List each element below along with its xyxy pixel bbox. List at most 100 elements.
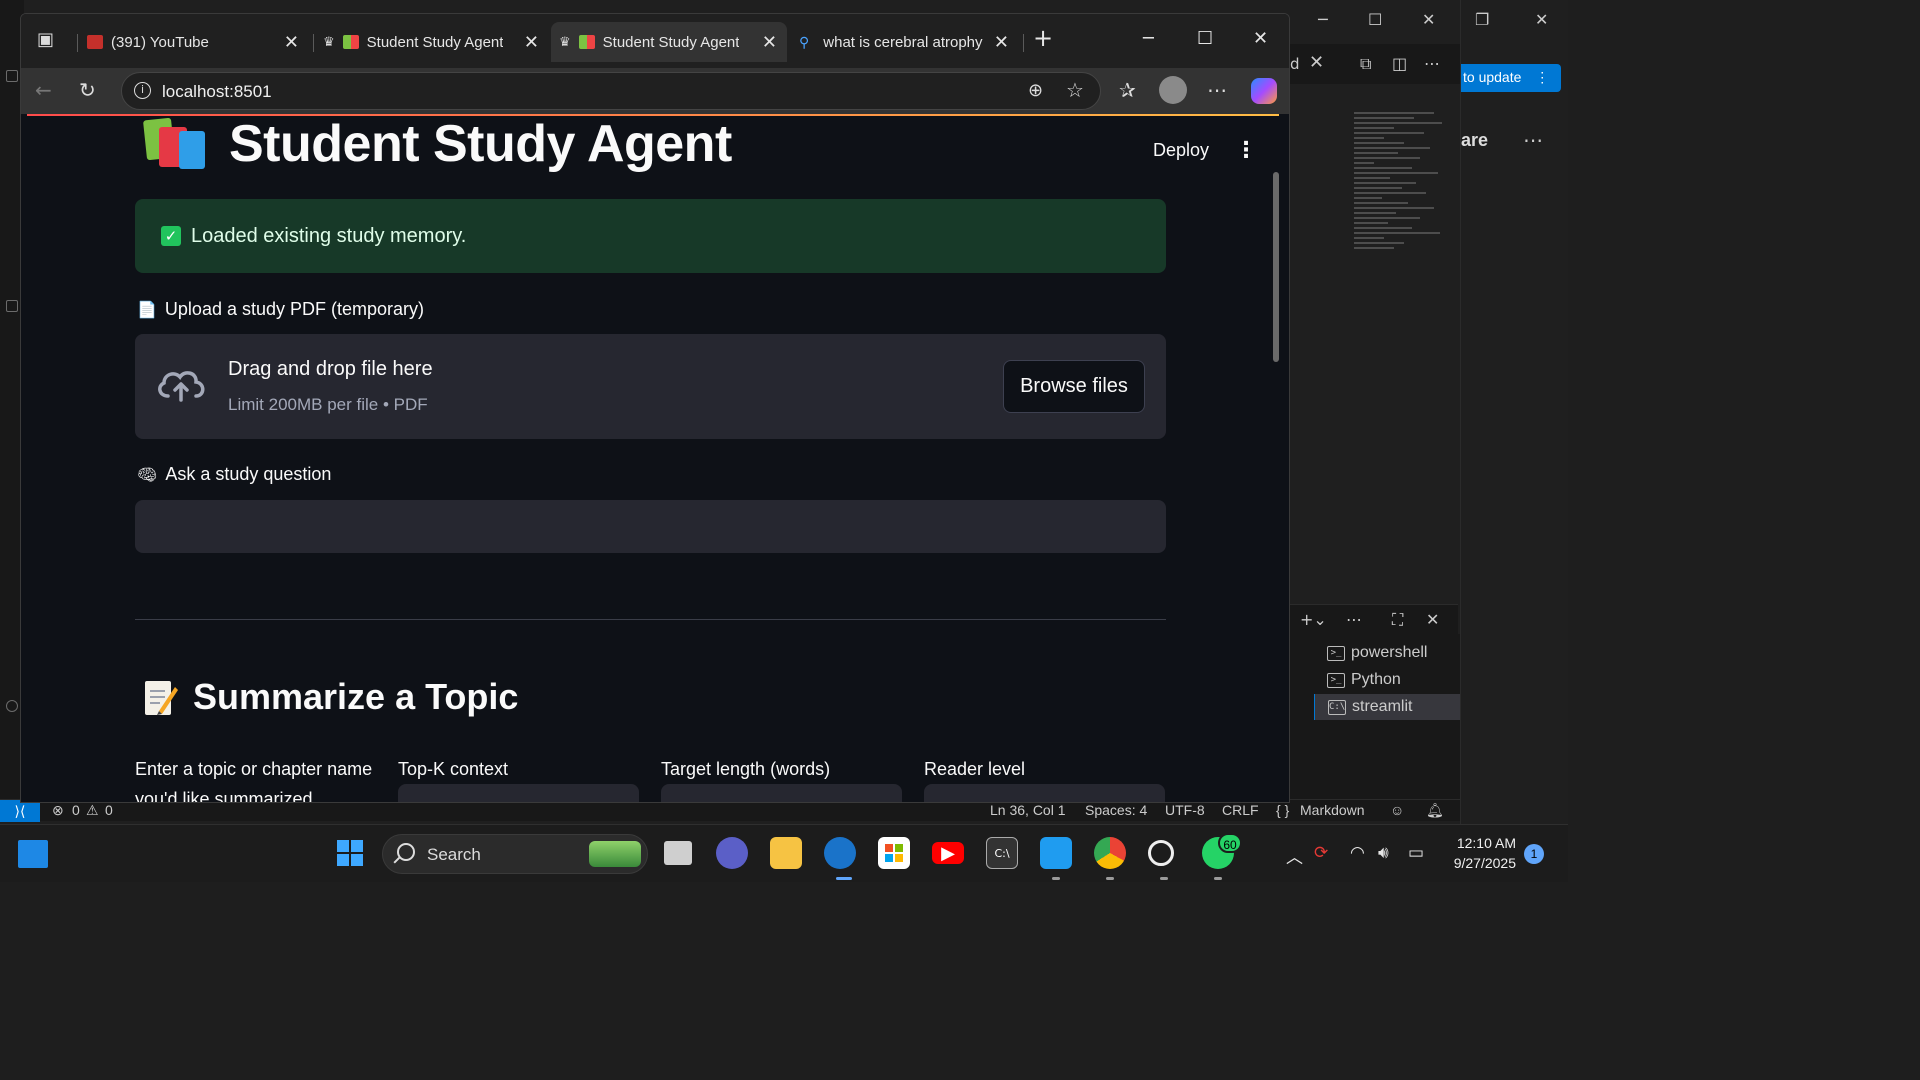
taskbar-search[interactable]: Search: [382, 834, 648, 874]
close-window-icon[interactable]: ✕: [1253, 28, 1268, 49]
tab-student-study-agent-2[interactable]: ♛ Student Study Agent ✕: [551, 22, 787, 62]
volume-icon[interactable]: 🔊︎: [1378, 843, 1389, 863]
question-input[interactable]: [135, 500, 1166, 553]
profile-avatar-icon[interactable]: [1159, 76, 1187, 104]
tab-student-study-agent-1[interactable]: ♛ Student Study Agent ✕: [315, 22, 549, 62]
indentation[interactable]: Spaces: 4: [1085, 802, 1147, 818]
app-ring-icon[interactable]: [1148, 840, 1174, 866]
new-tab-icon[interactable]: +: [1033, 24, 1053, 52]
terminal-item-python[interactable]: >_ Python: [1314, 667, 1460, 693]
wifi-icon[interactable]: ◠: [1350, 843, 1365, 863]
close-tab-icon[interactable]: ✕: [284, 32, 299, 53]
split-editor-icon[interactable]: ◫: [1392, 54, 1407, 73]
page-scrollbar[interactable]: [1273, 172, 1279, 362]
tab-search[interactable]: ⚲ what is cerebral atrophy ✕: [791, 22, 1019, 62]
close-tab-icon[interactable]: ✕: [524, 32, 539, 53]
books-icon: [578, 35, 595, 49]
vscode-title-bar: ─ ☐ ✕: [1290, 0, 1460, 44]
notification-badge[interactable]: 1: [1524, 844, 1544, 864]
bell-icon[interactable]: 🔔︎: [1426, 802, 1444, 819]
braces-icon: { }: [1276, 802, 1290, 818]
running-indicator: [1160, 877, 1168, 880]
terminal-icon[interactable]: C:\: [986, 837, 1018, 869]
errors-icon[interactable]: ⊗: [52, 802, 64, 819]
main-menu-icon[interactable]: ⋮: [1235, 138, 1257, 163]
cursor-position[interactable]: Ln 36, Col 1: [990, 802, 1066, 818]
new-terminal-icon[interactable]: +⌄: [1300, 610, 1327, 629]
zoom-icon[interactable]: ⊕: [1028, 80, 1043, 101]
maximize-icon[interactable]: ☐: [1197, 28, 1213, 49]
refresh-icon[interactable]: ↻: [79, 78, 96, 102]
minimap[interactable]: [1354, 112, 1446, 282]
more-actions-icon[interactable]: ⋯: [1424, 54, 1440, 73]
target-length-input[interactable]: [661, 784, 902, 802]
more-icon[interactable]: ⋯: [1523, 128, 1543, 152]
tab-youtube[interactable]: (391) YouTube ✕: [79, 22, 309, 62]
close-tab-icon[interactable]: ✕: [762, 32, 777, 53]
question-label-text: Ask a study question: [165, 464, 332, 484]
check-icon: ✓: [161, 226, 181, 246]
chrome-icon[interactable]: [1094, 837, 1126, 869]
desktop-widgets-icon[interactable]: [18, 840, 48, 868]
tab-close-icon[interactable]: ✕: [1309, 52, 1324, 73]
open-changes-icon[interactable]: ⧉: [1360, 54, 1371, 74]
line-endings[interactable]: CRLF: [1222, 802, 1259, 818]
start-icon[interactable]: [334, 837, 366, 869]
more-icon[interactable]: ⋯: [1346, 610, 1362, 629]
store-icon[interactable]: [878, 837, 910, 869]
top-k-input[interactable]: [398, 784, 639, 802]
tab-label: what is cerebral atrophy: [823, 33, 983, 51]
update-button[interactable]: to update ⋮: [1461, 64, 1561, 92]
account-icon[interactable]: [6, 700, 18, 712]
browse-files-button[interactable]: Browse files: [1003, 360, 1145, 413]
extensions-icon[interactable]: [6, 300, 18, 312]
terminal-item-streamlit[interactable]: C:\ streamlit: [1314, 694, 1460, 720]
file-dropzone[interactable]: Drag and drop file here Limit 200MB per …: [135, 334, 1166, 439]
favorite-star-icon[interactable]: ☆: [1066, 78, 1084, 102]
running-indicator: [1214, 877, 1222, 880]
tab-strip: ▣ (391) YouTube ✕ ♛ Student Study Agent …: [21, 14, 1289, 68]
favorites-icon[interactable]: ✰: [1119, 78, 1136, 102]
sync-icon[interactable]: ⟳: [1314, 843, 1328, 863]
explorer-icon[interactable]: [6, 70, 18, 82]
upload-label: 📄 Upload a study PDF (temporary): [137, 299, 424, 320]
language-mode[interactable]: Markdown: [1300, 802, 1365, 818]
minimize-icon[interactable]: ─: [1143, 28, 1154, 49]
top-k-label: Top-K context: [398, 759, 509, 779]
page-title-row: Student Study Agent: [142, 114, 732, 174]
tray-overflow-icon[interactable]: ︿: [1286, 843, 1303, 868]
close-icon[interactable]: ✕: [1535, 10, 1548, 29]
youtube-icon[interactable]: ▶: [932, 842, 964, 864]
address-bar[interactable]: i localhost:8501 ⊕ ☆: [121, 72, 1101, 110]
close-icon[interactable]: ✕: [1422, 10, 1435, 29]
deploy-button[interactable]: Deploy: [1153, 140, 1209, 161]
teams-chat-icon[interactable]: [716, 837, 748, 869]
edge-icon[interactable]: [824, 837, 856, 869]
warnings-icon[interactable]: ⚠: [86, 802, 99, 819]
clock[interactable]: 12:10 AM 9/27/2025: [1446, 833, 1516, 873]
copilot-icon[interactable]: [1251, 78, 1277, 104]
dropzone-limit: Limit 200MB per file • PDF: [228, 395, 428, 414]
minimize-icon[interactable]: ─: [1318, 10, 1328, 29]
back-icon[interactable]: ←: [35, 78, 52, 102]
remote-icon[interactable]: ⟩⟨: [0, 800, 40, 822]
task-view-icon[interactable]: [664, 841, 692, 865]
running-indicator: [1052, 877, 1060, 880]
battery-icon[interactable]: ▭: [1408, 843, 1424, 863]
tab-actions-icon[interactable]: ▣: [37, 29, 54, 50]
close-panel-icon[interactable]: ✕: [1426, 610, 1439, 629]
settings-more-icon[interactable]: ⋯: [1207, 78, 1227, 102]
url-text[interactable]: localhost:8501: [162, 82, 272, 102]
maximize-icon[interactable]: ☐: [1368, 10, 1382, 29]
vscode-tab-partial[interactable]: d: [1290, 55, 1300, 73]
maximize-panel-icon[interactable]: ⛶: [1392, 610, 1403, 630]
restore-icon[interactable]: ❐: [1475, 10, 1489, 29]
terminal-item-powershell[interactable]: >_ powershell: [1314, 640, 1460, 666]
close-tab-icon[interactable]: ✕: [994, 32, 1009, 53]
copilot-icon[interactable]: ☺: [1390, 802, 1404, 818]
vscode-icon[interactable]: [1040, 837, 1072, 869]
file-explorer-icon[interactable]: [770, 837, 802, 869]
reader-level-select[interactable]: [924, 784, 1165, 802]
site-info-icon[interactable]: i: [134, 82, 151, 99]
encoding[interactable]: UTF-8: [1165, 802, 1205, 818]
